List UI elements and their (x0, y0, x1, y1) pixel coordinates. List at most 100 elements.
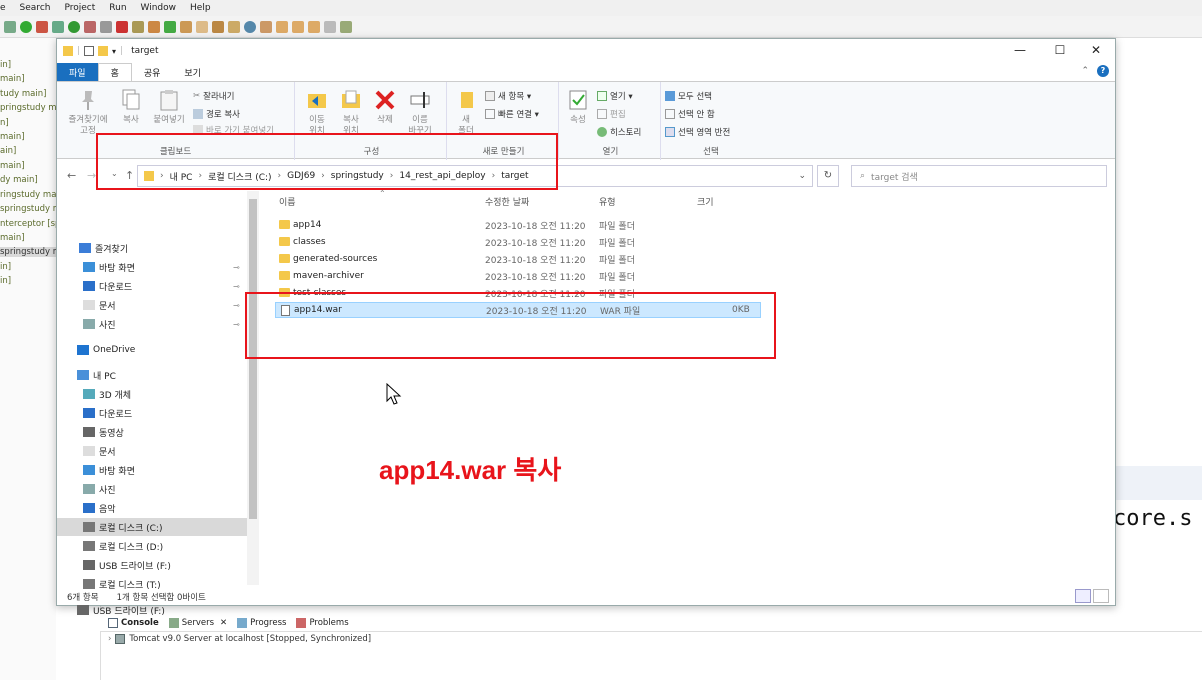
tab-file[interactable]: 파일 (57, 63, 98, 81)
column-header-name[interactable]: 이름 (279, 195, 296, 208)
pin-icon[interactable]: ⊸ (233, 263, 240, 272)
column-header-type[interactable]: 유형 (599, 195, 616, 208)
new-folder-button[interactable]: 새 폴더 (451, 88, 481, 137)
pin-icon[interactable]: ⊸ (233, 320, 240, 329)
toolbar-icon[interactable] (180, 20, 192, 33)
copy-to-button[interactable]: 복사 위치 (337, 88, 365, 137)
cut-button[interactable]: ✂ 잘라내기 (193, 90, 234, 102)
close-button[interactable]: ✕ (1081, 43, 1111, 57)
project-tree-item[interactable]: springstudy ma (0, 247, 66, 257)
folder-row[interactable]: classes 2023-10-18 오전 11:20 파일 폴더 (275, 234, 761, 250)
toolbar-icon[interactable] (164, 20, 176, 33)
run-icon[interactable] (68, 20, 80, 33)
folder-row[interactable]: maven-archiver 2023-10-18 오전 11:20 파일 폴더 (275, 268, 761, 284)
edit-button[interactable]: 편집 (597, 108, 626, 120)
close-icon[interactable]: ✕ (220, 618, 227, 628)
ide-menu-item[interactable]: Project (64, 3, 95, 13)
nav-item[interactable]: 사진 (57, 480, 247, 498)
ide-menu-item[interactable]: Window (141, 3, 177, 13)
project-tree-item[interactable]: main] (0, 74, 25, 84)
folder-row[interactable]: generated-sources 2023-10-18 오전 11:20 파일 폴… (275, 251, 761, 267)
toolbar-icon[interactable] (308, 20, 320, 33)
tab-progress[interactable]: Progress (237, 617, 286, 628)
project-tree-item[interactable]: main] (0, 161, 25, 171)
forward-arrow-icon[interactable]: → (87, 169, 96, 182)
nav-item[interactable]: 문서 ⊸ (57, 296, 247, 314)
invert-selection-button[interactable]: 선택 영역 반전 (665, 126, 730, 138)
tab-share[interactable]: 공유 (132, 63, 173, 81)
toolbar-icon[interactable] (196, 20, 208, 33)
ide-menu-item[interactable]: Run (109, 3, 126, 13)
tab-servers[interactable]: Servers ✕ (168, 617, 227, 628)
toolbar-icon[interactable] (148, 20, 160, 33)
project-tree-item[interactable]: main] (0, 233, 25, 243)
project-tree-item[interactable]: springstudy m (0, 204, 61, 214)
server-row[interactable]: › Tomcat v9.0 Server at localhost [Stopp… (108, 634, 371, 644)
tab-problems[interactable]: Problems (296, 617, 349, 628)
new-item-button[interactable]: 새 항목 ▾ (485, 90, 531, 102)
delete-button[interactable]: 삭제 (373, 88, 397, 126)
pin-icon[interactable]: ⊸ (233, 301, 240, 310)
properties-button[interactable]: 속성 (565, 88, 591, 126)
project-tree-item[interactable]: in] (0, 276, 11, 286)
debug-icon[interactable] (52, 20, 64, 33)
expand-chevron-icon[interactable]: › (108, 634, 111, 644)
pin-quick-access-button[interactable]: 즐겨찾기에 고정 (61, 88, 115, 137)
history-button[interactable]: 히스토리 (597, 126, 641, 138)
nav-item[interactable]: 내 PC (57, 366, 247, 384)
nav-item[interactable]: USB 드라이브 (F:) (57, 556, 247, 574)
nav-item[interactable]: 3D 개체 (57, 385, 247, 403)
toolbar-icon[interactable] (116, 20, 128, 33)
nav-item[interactable]: 동영상 (57, 423, 247, 441)
nav-item[interactable]: 바탕 화면 (57, 461, 247, 479)
ide-menu-item[interactable]: e (0, 3, 6, 13)
globe-icon[interactable] (244, 20, 256, 33)
select-all-button[interactable]: 모두 선택 (665, 90, 712, 102)
minimize-button[interactable]: — (1005, 43, 1035, 57)
maximize-button[interactable]: ☐ (1045, 43, 1075, 57)
tab-home[interactable]: 홈 (97, 63, 132, 81)
toolbar-icon[interactable] (324, 20, 336, 33)
column-header-date[interactable]: 수정한 날짜 (485, 195, 529, 208)
scrollbar-thumb[interactable] (249, 199, 257, 519)
toolbar-icon[interactable] (340, 20, 352, 33)
toolbar-icon[interactable] (84, 20, 96, 33)
toolbar-icon[interactable] (276, 20, 288, 33)
nav-item[interactable]: 바탕 화면 ⊸ (57, 258, 247, 276)
project-tree-item[interactable]: nterceptor [sp (0, 219, 60, 229)
nav-item[interactable]: OneDrive (57, 341, 247, 359)
ide-menu-item[interactable]: Search (20, 3, 51, 13)
toolbar-icon[interactable] (228, 20, 240, 33)
rename-button[interactable]: 이름 바꾸기 (403, 88, 437, 137)
address-dropdown-icon[interactable]: ⌄ (798, 171, 806, 181)
toolbar-icon[interactable] (260, 20, 272, 33)
details-view-icon[interactable] (1075, 589, 1091, 603)
nav-item[interactable]: 음악 (57, 499, 247, 517)
collapse-ribbon-icon[interactable]: ⌃ (1081, 66, 1089, 76)
nav-scrollbar[interactable] (247, 191, 259, 585)
help-icon[interactable]: ? (1097, 65, 1109, 77)
toolbar-icon[interactable] (292, 20, 304, 33)
project-tree-item[interactable]: dy main] (0, 175, 38, 185)
project-tree-item[interactable]: main] (0, 132, 25, 142)
project-tree-item[interactable]: in] (0, 262, 11, 272)
nav-item[interactable]: 로컬 디스크 (C:) (57, 518, 247, 536)
ide-menu-item[interactable]: Help (190, 3, 211, 13)
select-none-button[interactable]: 선택 안 함 (665, 108, 715, 120)
refresh-button[interactable]: ↻ (817, 165, 839, 187)
tab-view[interactable]: 보기 (172, 63, 213, 81)
copy-path-button[interactable]: 경로 복사 (193, 108, 240, 120)
search-input[interactable]: ⌕ target 검색 (851, 165, 1107, 187)
project-tree-item[interactable]: n] (0, 118, 9, 128)
nav-item[interactable]: 문서 (57, 442, 247, 460)
move-to-button[interactable]: 이동 위치 (303, 88, 331, 137)
properties-quick-icon[interactable] (84, 46, 95, 56)
project-tree-item[interactable]: in] (0, 60, 11, 70)
paste-button[interactable]: 붙여넣기 (149, 88, 189, 126)
toolbar-icon[interactable] (132, 20, 144, 33)
easy-access-button[interactable]: 빠른 연결 ▾ (485, 108, 539, 120)
pin-icon[interactable]: ⊸ (233, 282, 240, 291)
nav-item[interactable]: 즐겨찾기 (57, 239, 247, 257)
new-folder-quick-icon[interactable] (98, 46, 109, 56)
nav-item[interactable]: 다운로드 ⊸ (57, 277, 247, 295)
